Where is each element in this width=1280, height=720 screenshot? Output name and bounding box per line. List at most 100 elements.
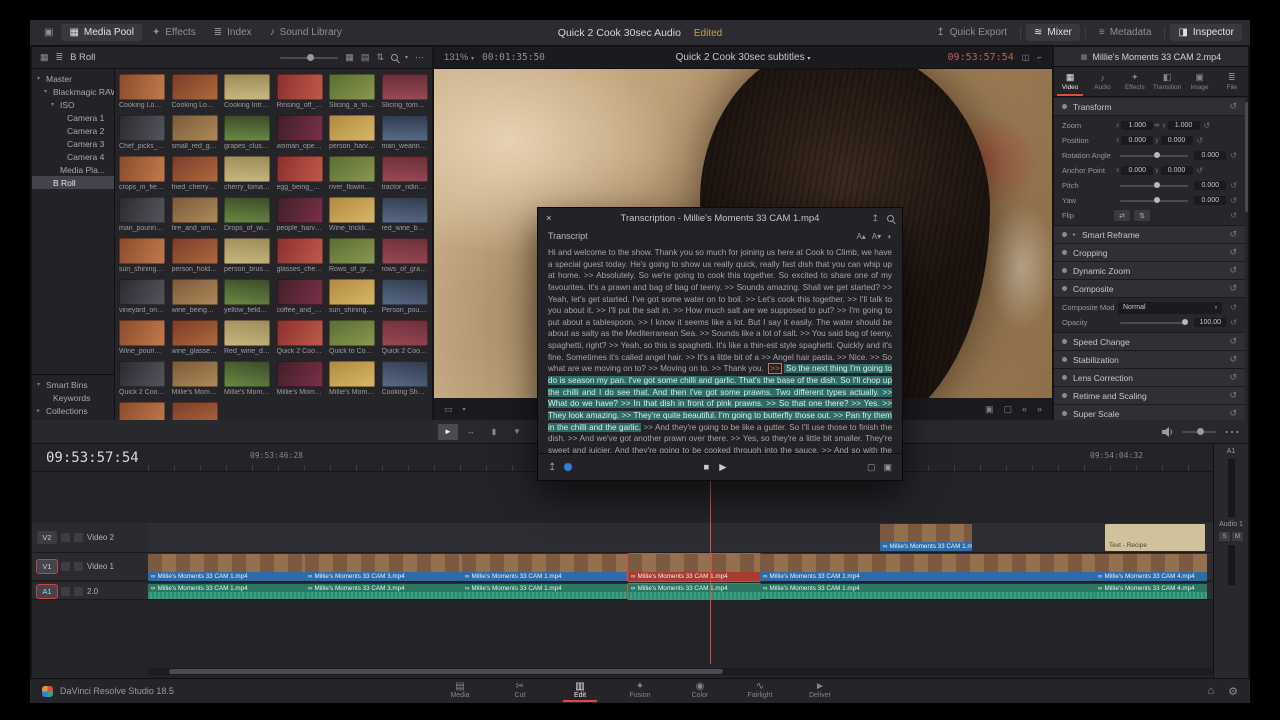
page-button-color[interactable]: ◉Color [683, 681, 717, 702]
media-clip[interactable]: Quick to Cook... [329, 320, 375, 355]
inspector-section-dynamic-zoom[interactable]: Dynamic Zoom↺ [1054, 262, 1245, 280]
track-lane-v2[interactable]: ∞Millie's Moments 33 CAM 1.mp4Text - Rec… [148, 523, 1213, 553]
page-button-cut[interactable]: ✂Cut [503, 681, 537, 702]
media-clip[interactable]: Person_pouring... [382, 279, 428, 314]
bin-item-iso[interactable]: ▾ISO [32, 98, 114, 111]
media-clip[interactable]: Cooking Intro L... [224, 74, 270, 109]
reset-icon[interactable]: ↺ [1229, 408, 1237, 419]
text-size-down-icon[interactable]: A▾ [872, 232, 881, 241]
value-field[interactable]: 0.000 [1121, 166, 1153, 175]
media-clip[interactable]: sun_shining_ov... [329, 279, 375, 314]
value-field[interactable]: 0.000 [1161, 136, 1193, 145]
media-clip[interactable]: red_wine_being... [382, 197, 428, 232]
reset-icon[interactable]: ↺ [1197, 166, 1204, 175]
reset-icon[interactable]: ↺ [1230, 303, 1237, 312]
confidence-icon[interactable]: ◗ [887, 232, 892, 241]
mute-button[interactable]: M [1232, 532, 1243, 541]
bin-item-camera-4[interactable]: Camera 4 [32, 150, 114, 163]
timeline-audio-clip[interactable]: ∞Millie's Moments 33 CAM 4.mp4 [1095, 584, 1207, 599]
sort-icon[interactable]: ⇅ [376, 52, 384, 63]
media-clip[interactable]: Cooking Lower... [119, 74, 165, 109]
media-clip[interactable]: Millie's Moment... [172, 361, 218, 396]
insert-mode-icon[interactable]: ▼ [507, 424, 527, 440]
track-lock-toggle[interactable] [61, 533, 70, 542]
transcript-segment-current[interactable]: >> [768, 363, 782, 374]
media-clip[interactable]: egg_being_plac... [277, 156, 323, 191]
bin-item-camera-3[interactable]: Camera 3 [32, 137, 114, 150]
inspector-section-speed-change[interactable]: Speed Change↺ [1054, 333, 1245, 351]
timeline-video-clip[interactable]: ∞Millie's Moments 33 CAM 1.mp4 [628, 554, 760, 581]
viewer-expand-icon[interactable]: ⌐ [1037, 53, 1042, 62]
thumbnail-size-slider[interactable] [280, 57, 338, 59]
timeline-scrollbar[interactable] [148, 668, 1213, 675]
media-clip[interactable]: fire_and_smoke... [172, 197, 218, 232]
transcript-export-icon[interactable]: ↥ [548, 462, 556, 473]
track-enable-toggle[interactable] [74, 533, 83, 542]
media-clip[interactable]: Wine_pouring_i... [119, 320, 165, 355]
media-clip[interactable]: Red_wine_drop... [224, 320, 270, 355]
media-clip[interactable]: Rows_of_grape... [329, 238, 375, 273]
next-clip-icon[interactable]: » [1037, 404, 1042, 415]
reset-icon[interactable]: ↺ [1230, 196, 1237, 205]
timeline-video-clip[interactable]: ∞Millie's Moments 33 CAM 3.mp4 [305, 554, 462, 581]
filter-chevron-icon[interactable]: ▾ [405, 54, 408, 61]
track-header-v1[interactable]: V1Video 1 [32, 553, 148, 581]
timeline-video-clip[interactable]: ∞Millie's Moments 33 CAM 4.mp4 [1095, 554, 1207, 581]
timeline-video-clip[interactable]: ∞Millie's Moments 33 CAM 1.mp4 [148, 554, 305, 581]
media-clip[interactable]: cherry_tomatoe... [224, 156, 270, 191]
section-enable-dot[interactable] [1062, 357, 1067, 362]
topbar-button-media-pool[interactable]: ▦Media Pool [61, 24, 141, 41]
inspector-section-transform[interactable]: Transform↺ [1054, 98, 1245, 116]
topbar-button-sound-library[interactable]: ♪Sound Library [262, 24, 350, 41]
media-clip[interactable]: crops_in_field_a... [119, 156, 165, 191]
media-clip[interactable]: Millie's Moment... [329, 361, 375, 396]
bin-item-camera-2[interactable]: Camera 2 [32, 124, 114, 137]
media-clip[interactable]: Millie's Moment... [277, 361, 323, 396]
media-clip[interactable]: coffee_and_milk... [277, 279, 323, 314]
auto-scroll-toggle[interactable] [564, 463, 572, 471]
media-clip[interactable]: Quick 2 Cook 3... [119, 361, 165, 396]
track-id-badge[interactable]: V2 [37, 531, 57, 544]
trim-edit-mode-icon[interactable]: ↔ [461, 424, 481, 440]
tab-effects[interactable]: ✦Effects [1119, 67, 1151, 96]
value-field[interactable]: 0.000 [1194, 181, 1226, 190]
viewer-mode-chevron-icon[interactable]: ▾ [463, 406, 466, 413]
list-view-icon[interactable]: ▤ [361, 52, 370, 63]
timeline-audio-clip[interactable]: ∞Millie's Moments 33 CAM 1.mp4 [462, 584, 628, 599]
media-clip[interactable]: Quick 2 Cook... [382, 320, 428, 355]
topbar-button-inspector[interactable]: ◨Inspector [1170, 24, 1242, 41]
mark-in-icon[interactable]: ▢ [867, 462, 876, 473]
bin-item-smart-bins[interactable]: ▾Smart Bins [32, 378, 114, 391]
page-button-deliver[interactable]: ►Deliver [803, 681, 837, 702]
more-options-icon[interactable]: ⋯ [415, 52, 424, 63]
media-clip[interactable]: person_brushin... [224, 238, 270, 273]
value-field[interactable]: 0.000 [1121, 136, 1153, 145]
media-clip[interactable]: man_pouring_li... [119, 197, 165, 232]
link-icon[interactable]: ∞ [1154, 122, 1159, 129]
media-clip[interactable]: Quick 2 Cook 30... [277, 320, 323, 355]
viewer-zoom-select[interactable]: 131% ▾ [444, 52, 474, 63]
media-clip[interactable]: wine_glasses_o... [172, 320, 218, 355]
inspector-section-retime-and-scaling[interactable]: Retime and Scaling↺ [1054, 387, 1245, 405]
bin-item-master[interactable]: ▾Master [32, 72, 114, 85]
track-lock-toggle[interactable] [61, 587, 70, 596]
fullscreen-icon[interactable]: ▢ [1003, 404, 1012, 415]
topbar-button-mixer[interactable]: ≋Mixer [1026, 24, 1080, 41]
search-transcript-icon[interactable] [887, 215, 894, 222]
solo-button[interactable]: S [1219, 532, 1230, 541]
slider[interactable] [1120, 155, 1188, 157]
transcript-text[interactable]: Hi and welcome to the show. Thank you so… [538, 246, 902, 453]
text-size-up-icon[interactable]: A▴ [856, 232, 865, 241]
slider[interactable] [1120, 200, 1188, 202]
media-clip[interactable]: glasses_cheers... [277, 238, 323, 273]
bin-item-camera-1[interactable]: Camera 1 [32, 111, 114, 124]
track-header-a1[interactable]: A12.0 [32, 583, 148, 600]
page-button-fairlight[interactable]: ∿Fairlight [743, 681, 777, 702]
track-header-v2[interactable]: V2Video 2 [32, 523, 148, 553]
flip-vertical-button[interactable]: ⇅ [1134, 210, 1150, 221]
slider[interactable] [1120, 185, 1188, 187]
viewer-scopes-icon[interactable]: ◫ [1022, 53, 1030, 62]
value-field[interactable]: 1.000 [1121, 121, 1153, 130]
mark-clip-icon[interactable]: ▣ [883, 462, 892, 473]
razor-edit-mode-icon[interactable]: ▮ [484, 424, 504, 440]
